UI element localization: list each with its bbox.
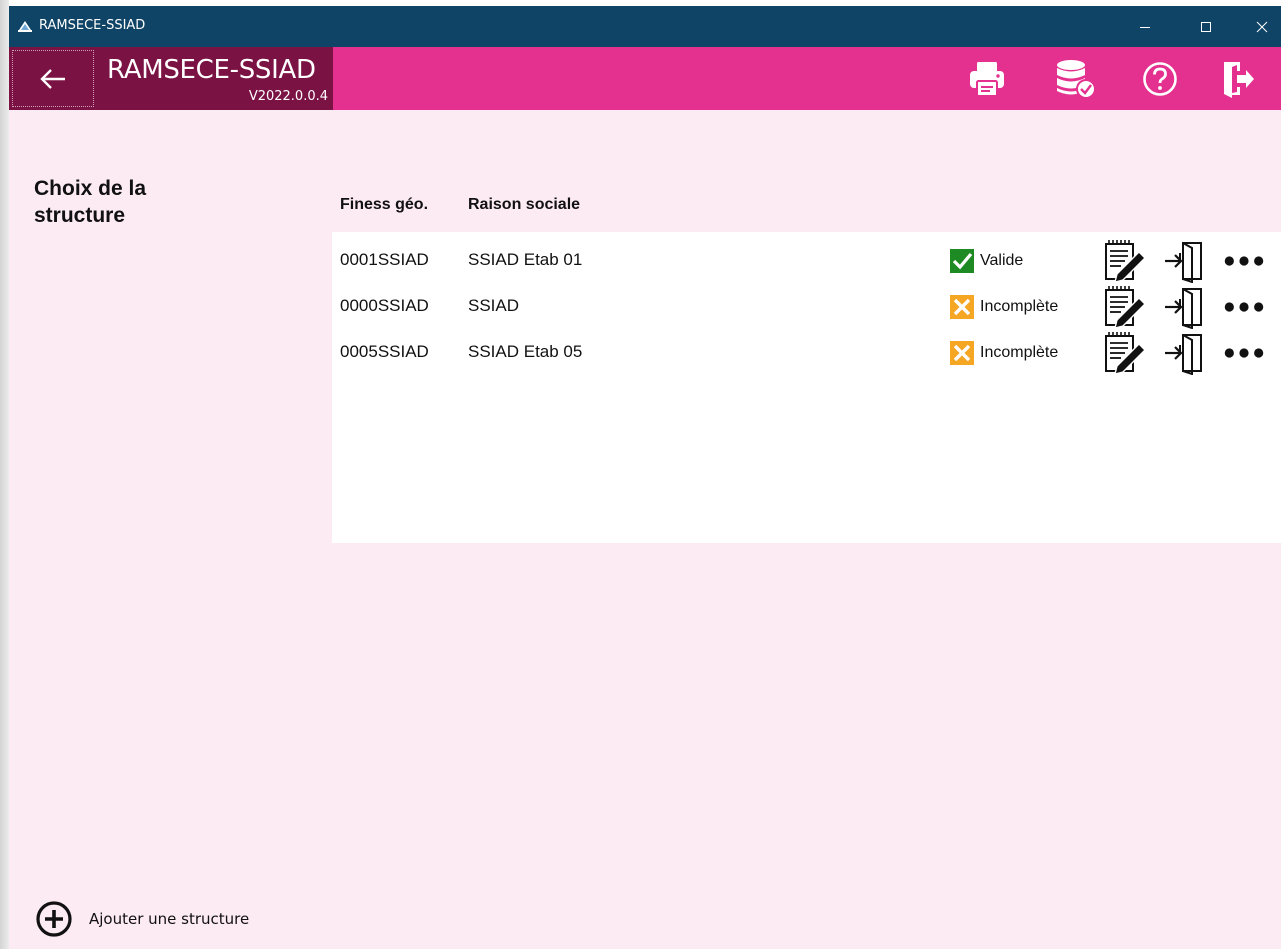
- app-window: RAMSECE-SSIAD RAMSECE-SSIAD V2022.0.0.4 …: [9, 6, 1281, 949]
- more-options-button[interactable]: [1222, 285, 1266, 329]
- close-button[interactable]: [1239, 6, 1281, 47]
- check-icon: [950, 249, 974, 273]
- edit-notepad-icon: [1105, 240, 1146, 283]
- printer-icon: [970, 62, 1004, 97]
- add-structure-button[interactable]: [35, 900, 73, 938]
- status-badge: Incomplète: [950, 341, 1058, 365]
- brand-block: RAMSECE-SSIAD V2022.0.0.4: [9, 47, 333, 110]
- more-dots-icon: [1224, 302, 1264, 312]
- exit-button[interactable]: [1215, 56, 1261, 102]
- title-bar[interactable]: RAMSECE-SSIAD: [9, 6, 1281, 47]
- enter-door-icon: [1165, 242, 1202, 283]
- minimize-icon: [1140, 26, 1150, 28]
- database-check-icon: [1057, 60, 1096, 99]
- more-options-button[interactable]: [1222, 331, 1266, 375]
- status-label: Incomplète: [980, 298, 1059, 315]
- raison-sociale-cell: SSIAD Etab 01: [468, 250, 583, 269]
- column-header-raison-sociale: Raison sociale: [468, 196, 581, 213]
- enter-button[interactable]: [1161, 285, 1205, 329]
- more-options-button[interactable]: [1222, 239, 1266, 283]
- plus-circle-icon: [36, 901, 72, 937]
- table-row[interactable]: 0005SSIAD SSIAD Etab 05 Incomplète: [332, 329, 1281, 375]
- minimize-button[interactable]: [1122, 6, 1168, 47]
- maximize-button[interactable]: [1183, 6, 1229, 47]
- window-title: RAMSECE-SSIAD: [39, 18, 146, 33]
- enter-button[interactable]: [1161, 239, 1205, 283]
- cross-icon: [950, 295, 974, 319]
- back-button[interactable]: [12, 50, 94, 107]
- app-name: RAMSECE-SSIAD: [107, 55, 316, 85]
- finess-cell: 0000SSIAD: [340, 296, 429, 315]
- status-badge: Incomplète: [950, 295, 1058, 319]
- enter-button[interactable]: [1161, 331, 1205, 375]
- cross-icon: [950, 341, 974, 365]
- status-badge: Valide: [950, 249, 1023, 273]
- edit-button[interactable]: [1103, 331, 1147, 375]
- desktop-edge: [0, 0, 9, 949]
- screen: RAMSECE-SSIAD RAMSECE-SSIAD V2022.0.0.4 …: [0, 0, 1281, 949]
- table-row[interactable]: 0000SSIAD SSIAD Incomplète: [332, 283, 1281, 329]
- add-structure-label[interactable]: Ajouter une structure: [89, 910, 249, 928]
- finess-cell: 0001SSIAD: [340, 250, 429, 269]
- edit-notepad-icon: [1105, 332, 1146, 375]
- page-title: Choix de la structure: [34, 177, 147, 227]
- table-row[interactable]: 0001SSIAD SSIAD Etab 01 Valide: [332, 237, 1281, 283]
- app-header: RAMSECE-SSIAD V2022.0.0.4: [9, 47, 1281, 110]
- app-version: V2022.0.0.4: [248, 89, 328, 104]
- more-dots-icon: [1224, 256, 1264, 266]
- structures-table: 0001SSIAD SSIAD Etab 01 Valide 0000SSIAD…: [332, 232, 1281, 543]
- arrow-left-icon: [40, 68, 65, 89]
- enter-door-icon: [1165, 334, 1202, 375]
- exit-icon: [1224, 62, 1254, 98]
- finess-cell: 0005SSIAD: [340, 342, 429, 361]
- raison-sociale-cell: SSIAD: [468, 296, 520, 315]
- raison-sociale-cell: SSIAD Etab 05: [468, 342, 583, 361]
- close-icon: [1256, 21, 1268, 32]
- print-button[interactable]: [964, 56, 1010, 102]
- status-label: Incomplète: [980, 344, 1059, 361]
- edit-button[interactable]: [1103, 285, 1147, 329]
- more-dots-icon: [1224, 348, 1264, 358]
- app-icon: [18, 21, 32, 32]
- edit-button[interactable]: [1103, 239, 1147, 283]
- maximize-icon: [1201, 21, 1211, 32]
- column-header-finess: Finess géo.: [340, 196, 429, 213]
- database-button[interactable]: [1053, 56, 1099, 102]
- help-icon: [1143, 62, 1177, 96]
- help-button[interactable]: [1137, 56, 1183, 102]
- status-label: Valide: [980, 252, 1024, 269]
- edit-notepad-icon: [1105, 286, 1146, 329]
- enter-door-icon: [1165, 288, 1202, 329]
